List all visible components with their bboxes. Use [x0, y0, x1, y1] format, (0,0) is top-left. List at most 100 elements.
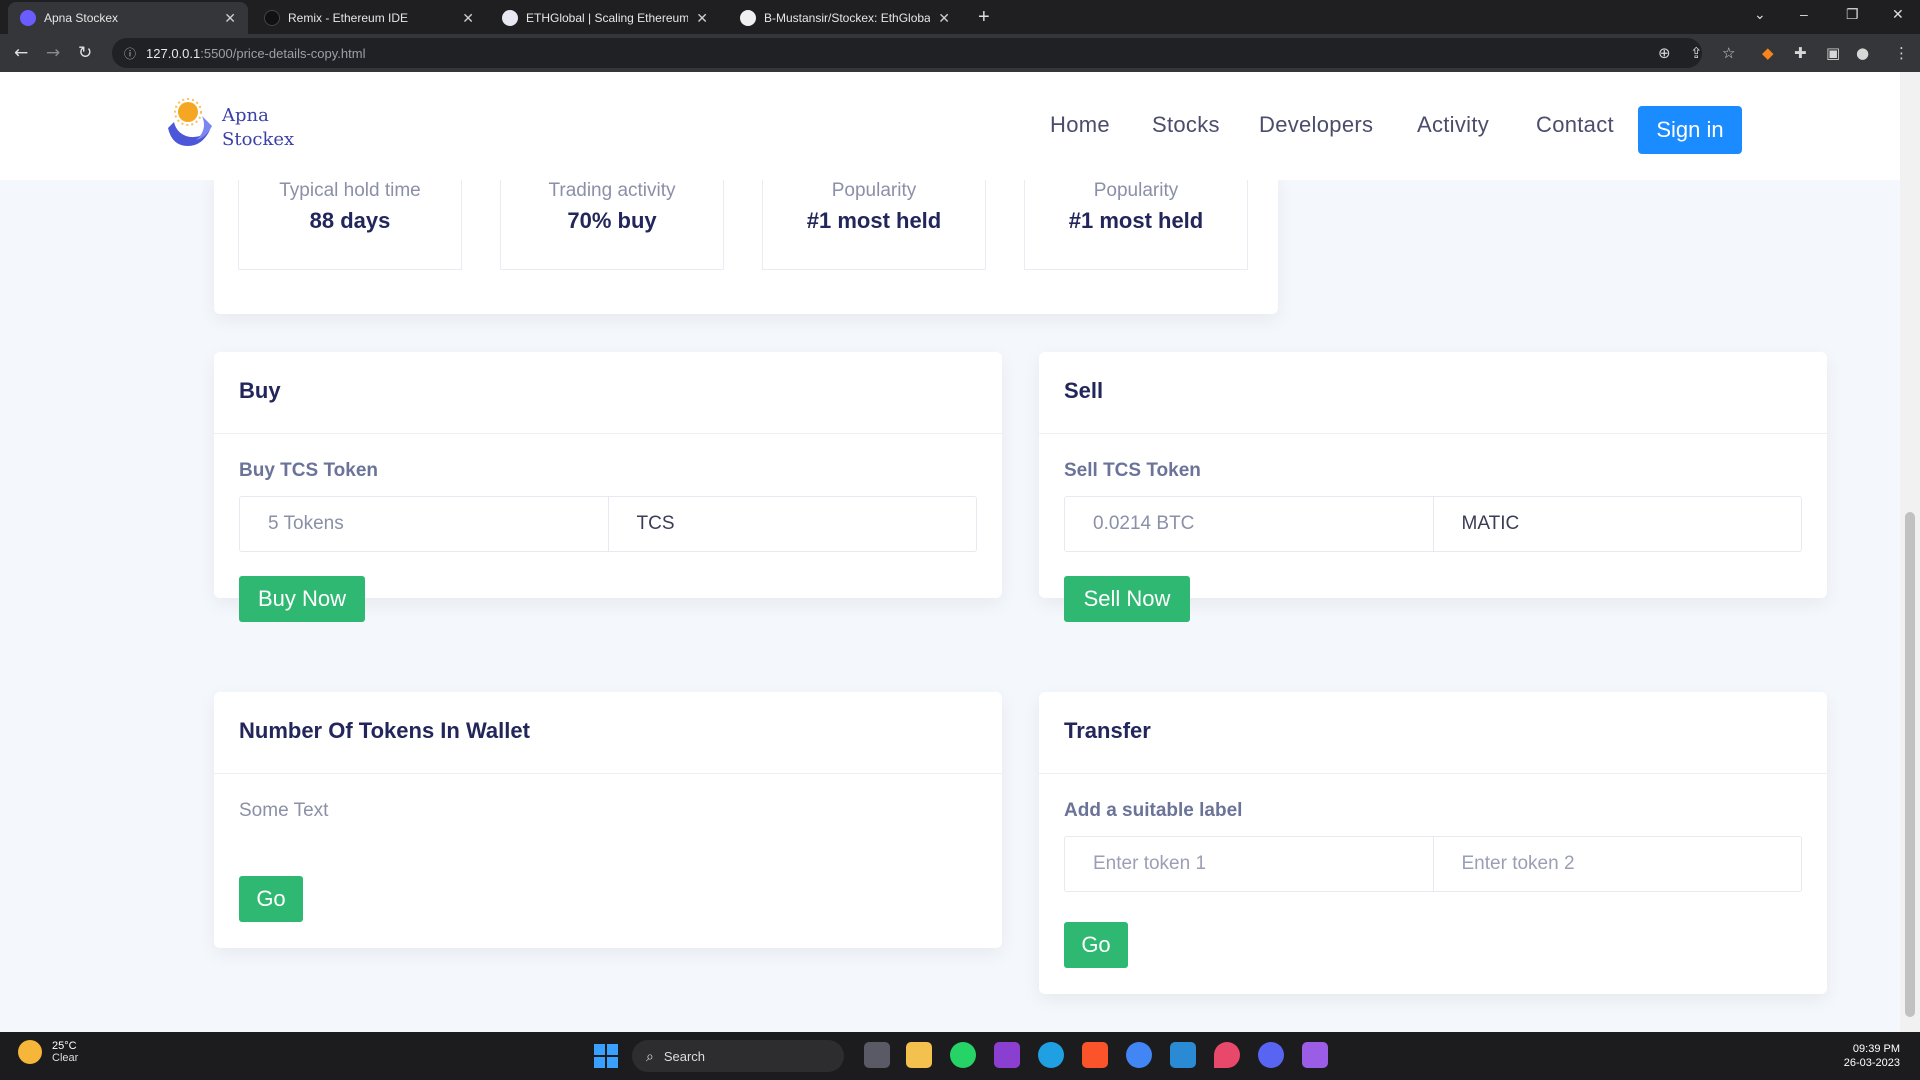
buy-now-button[interactable]: Buy Now: [239, 576, 365, 622]
chrome-icon[interactable]: [1126, 1042, 1152, 1068]
nav-activity[interactable]: Activity: [1417, 112, 1489, 138]
new-tab-button[interactable]: +: [978, 6, 990, 29]
sell-token-input[interactable]: MATIC: [1432, 497, 1802, 551]
scrollbar-thumb[interactable]: [1905, 512, 1915, 1017]
sell-amount-input[interactable]: 0.0214 BTC: [1065, 497, 1433, 551]
discord-icon[interactable]: [1258, 1042, 1284, 1068]
card-divider: [1039, 433, 1827, 434]
wallet-card-title: Number Of Tokens In Wallet: [239, 718, 530, 743]
sign-in-button[interactable]: Sign in: [1638, 106, 1742, 154]
weather-widget[interactable]: 25°C Clear: [18, 1040, 78, 1064]
window-close-icon[interactable]: ✕: [1892, 6, 1904, 23]
whatsapp-icon[interactable]: [950, 1042, 976, 1068]
stat-label: Popularity: [831, 180, 917, 201]
file-explorer-icon[interactable]: [906, 1042, 932, 1068]
search-icon: ⌕: [646, 1047, 654, 1064]
weather-condition: Clear: [52, 1052, 79, 1064]
stat-label: Typical hold time: [279, 180, 421, 201]
tab-remix[interactable]: Remix - Ethereum IDE ✕: [252, 2, 486, 34]
transfer-subtitle: Add a suitable label: [1064, 800, 1243, 821]
stat-value: #1 most held: [1068, 208, 1204, 233]
tab-title: B-Mustansir/Stockex: EthGlobal -: [764, 11, 931, 25]
transfer-card-title: Transfer: [1064, 718, 1151, 743]
profile-avatar[interactable]: ●: [1856, 44, 1869, 62]
nav-contact[interactable]: Contact: [1536, 112, 1614, 138]
token-2-input[interactable]: Enter token 2: [1432, 837, 1802, 891]
nav-home[interactable]: Home: [1050, 112, 1110, 138]
brave-icon[interactable]: [1082, 1042, 1108, 1068]
tab-title: ETHGlobal | Scaling Ethereum 20: [526, 11, 689, 25]
vscode-icon[interactable]: [1170, 1042, 1196, 1068]
tab-title: Apna Stockex: [44, 11, 119, 25]
browser-toolbar: ← → ↻ ⓘ 127.0.0.1 :5500/price-details-co…: [0, 34, 1920, 72]
stat-popularity: Popularity #1 most held: [1024, 172, 1248, 270]
sell-now-button[interactable]: Sell Now: [1064, 576, 1190, 622]
buy-amount-input[interactable]: 5 Tokens: [240, 497, 608, 551]
buy-card: Buy Buy TCS Token 5 Tokens TCS Buy Now: [214, 352, 1002, 622]
close-icon[interactable]: ✕: [462, 10, 474, 27]
stat-label: Popularity: [1093, 180, 1179, 201]
stat-trading-activity: Trading activity 70% buy: [500, 172, 724, 270]
app-drop-icon[interactable]: [1214, 1042, 1240, 1068]
taskbar-search[interactable]: ⌕ Search: [632, 1040, 844, 1072]
sell-input-group: 0.0214 BTC MATIC: [1064, 496, 1802, 552]
site-info-icon[interactable]: ⓘ: [124, 45, 136, 62]
tab-title: Remix - Ethereum IDE: [288, 11, 409, 25]
remix-favicon-icon: [264, 10, 280, 26]
page-scrollbar[interactable]: [1900, 72, 1920, 1032]
tab-apna-stockex[interactable]: Apna Stockex ✕: [8, 2, 248, 34]
chrome-menu-icon[interactable]: ⋮: [1894, 44, 1909, 62]
extensions-puzzle-icon[interactable]: ✚: [1794, 44, 1807, 62]
taskbar-clock[interactable]: 09:39 PM 26-03-2023: [1820, 1042, 1900, 1070]
back-arrow-icon[interactable]: ←: [14, 43, 28, 63]
close-icon[interactable]: ✕: [938, 10, 950, 27]
url-host: 127.0.0.1: [146, 45, 201, 61]
buy-subtitle: Buy TCS Token: [239, 460, 378, 481]
task-view-icon[interactable]: [864, 1042, 890, 1068]
buy-token-input[interactable]: TCS: [607, 497, 977, 551]
sell-subtitle: Sell TCS Token: [1064, 460, 1201, 481]
restore-icon[interactable]: ❐: [1846, 6, 1859, 23]
transfer-input-group: Enter token 1 Enter token 2: [1064, 836, 1802, 892]
edge-icon[interactable]: [1038, 1042, 1064, 1068]
site-header: Apna Stockex Home Stocks Developers Acti…: [0, 72, 1900, 180]
zoom-icon[interactable]: ⊕: [1658, 44, 1671, 62]
close-icon[interactable]: ✕: [696, 10, 708, 27]
wallet-card: Number Of Tokens In Wallet Some Text Go: [214, 692, 1002, 948]
minimize-icon[interactable]: –: [1800, 6, 1808, 22]
apna-stockex-logo[interactable]: [162, 96, 222, 152]
transfer-card: Transfer Add a suitable label Enter toke…: [1039, 692, 1827, 994]
url-path: :5500/price-details-copy.html: [200, 45, 366, 61]
sell-card: Sell Sell TCS Token 0.0214 BTC MATIC Sel…: [1039, 352, 1827, 622]
forward-arrow-icon[interactable]: →: [46, 43, 60, 63]
sell-card-title: Sell: [1064, 378, 1104, 403]
side-panel-icon[interactable]: ▣: [1826, 44, 1840, 62]
stat-value: #1 most held: [806, 208, 942, 233]
onenote-icon[interactable]: [994, 1042, 1020, 1068]
page-viewport: Typical hold time 88 days Trading activi…: [0, 72, 1900, 1032]
clipchamp-icon[interactable]: [1302, 1042, 1328, 1068]
tab-ethglobal[interactable]: ETHGlobal | Scaling Ethereum 20 ✕: [490, 2, 720, 34]
tab-search-chevron-icon[interactable]: ⌄: [1754, 6, 1766, 23]
bookmark-star-icon[interactable]: ☆: [1722, 44, 1735, 62]
token-1-input[interactable]: Enter token 1: [1065, 837, 1433, 891]
nav-developers[interactable]: Developers: [1259, 112, 1373, 138]
nav-stocks[interactable]: Stocks: [1152, 112, 1220, 138]
search-label: Search: [663, 1048, 706, 1064]
transfer-go-button[interactable]: Go: [1064, 922, 1128, 968]
moon-icon: [18, 1040, 42, 1064]
wallet-go-button[interactable]: Go: [239, 876, 303, 922]
clock-time: 09:39 PM: [1852, 1043, 1900, 1055]
share-icon[interactable]: ⇪: [1690, 44, 1703, 62]
windows-start-icon[interactable]: [594, 1044, 618, 1068]
github-favicon-icon: [740, 10, 756, 26]
address-bar[interactable]: ⓘ 127.0.0.1 :5500/price-details-copy.htm…: [112, 38, 1702, 68]
logo-text: Apna Stockex: [222, 104, 294, 152]
browser-tab-bar: Apna Stockex ✕ Remix - Ethereum IDE ✕ ET…: [0, 0, 1920, 34]
stat-hold-time: Typical hold time 88 days: [238, 172, 462, 270]
reload-icon[interactable]: ↻: [78, 43, 92, 63]
metamask-extension-icon[interactable]: ◆: [1762, 44, 1774, 62]
buy-input-group: 5 Tokens TCS: [239, 496, 977, 552]
tab-github[interactable]: B-Mustansir/Stockex: EthGlobal - ✕: [728, 2, 962, 34]
close-icon[interactable]: ✕: [224, 10, 236, 27]
